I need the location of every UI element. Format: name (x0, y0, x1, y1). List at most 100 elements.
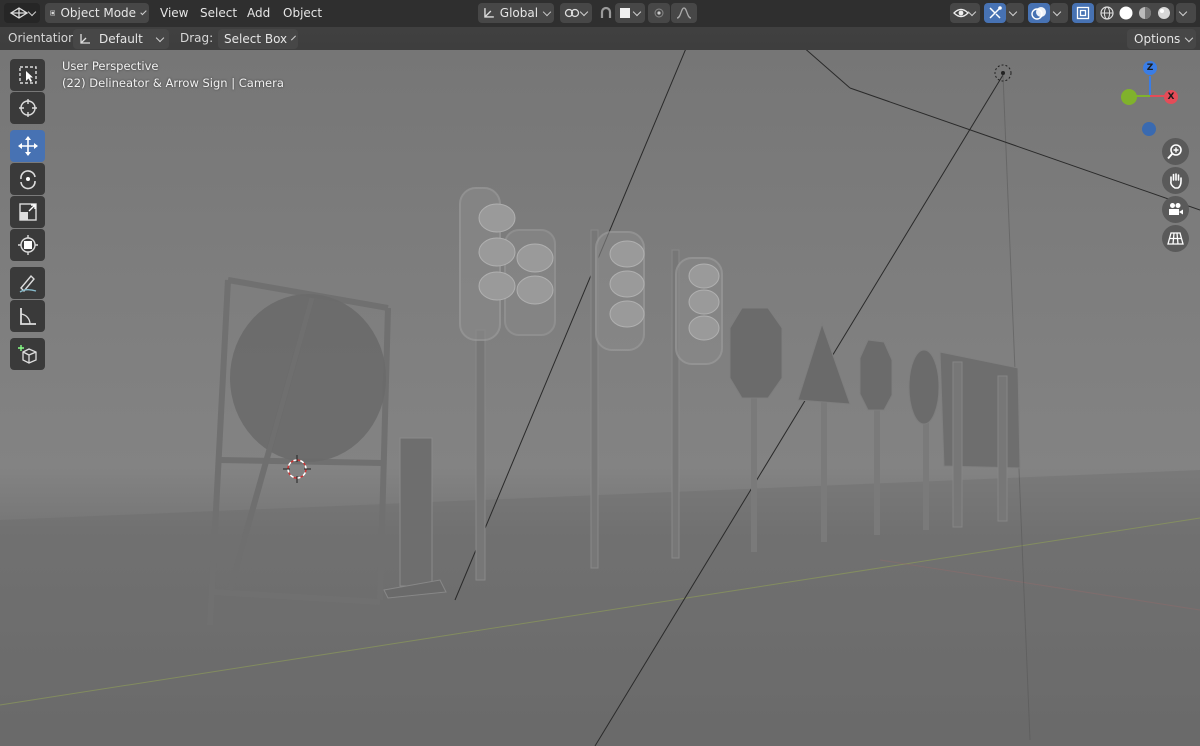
mode-label: Object Mode (60, 6, 137, 20)
select-box-tool[interactable] (10, 59, 45, 91)
visibility-icon (953, 8, 969, 18)
menu-add-label: Add (247, 6, 271, 20)
menu-select[interactable]: Select (200, 3, 237, 23)
orientation-label: Orientation: (8, 31, 80, 45)
editor-type-icon (9, 7, 29, 19)
annotate-tool[interactable] (10, 267, 45, 299)
menu-object[interactable]: Object (283, 3, 322, 23)
solid-shading-icon[interactable] (1118, 5, 1134, 21)
gizmo-icon (989, 6, 1002, 19)
move-tool[interactable] (10, 130, 45, 162)
object-mode-icon (50, 10, 56, 16)
visibility-dropdown[interactable] (950, 3, 980, 23)
chevron-down-icon (1052, 7, 1062, 16)
gizmo-z-axis[interactable]: Z (1143, 61, 1157, 75)
editor-type-button[interactable] (4, 3, 40, 23)
zoom-icon (1167, 144, 1182, 160)
snap-target-dropdown[interactable] (615, 3, 645, 23)
scale-icon (18, 203, 37, 221)
transform-orientation-icon (484, 8, 494, 18)
snap-toggle[interactable] (596, 3, 616, 23)
menu-select-label: Select (200, 6, 238, 20)
mode-dropdown[interactable]: Object Mode (45, 3, 149, 23)
overlay-dropdown[interactable] (1050, 3, 1068, 23)
add-cube-icon (17, 345, 37, 364)
zoom-button[interactable] (1162, 138, 1189, 165)
rotate-tool[interactable] (10, 163, 45, 195)
move-icon (17, 136, 38, 156)
pan-button[interactable] (1162, 167, 1189, 194)
snap-increment-icon (620, 8, 630, 18)
active-object-label: (22) Delineator & Arrow Sign | Camera (62, 76, 284, 90)
drag-dropdown[interactable]: Select Box (218, 29, 298, 49)
navigation-gizmo[interactable]: Z X (1110, 58, 1190, 138)
falloff-dropdown[interactable] (671, 3, 697, 23)
drag-value: Select Box (224, 32, 288, 46)
grid-icon (1167, 232, 1184, 245)
chevron-down-icon (1008, 7, 1018, 16)
orientation-dropdown[interactable]: Default (73, 29, 169, 49)
transform-orientation-label: Global (499, 6, 539, 20)
viewport-header: Object Mode View Select Add Object Globa… (0, 0, 1200, 27)
hand-icon (1170, 173, 1182, 189)
chevron-down-icon (27, 7, 37, 16)
xray-icon (1076, 6, 1090, 20)
chevron-down-icon (1185, 33, 1194, 42)
camera-view-button[interactable] (1162, 196, 1189, 223)
transform-tool[interactable] (10, 229, 45, 261)
tool-settings-row: Orientation: Default Drag: Select Box Op… (0, 27, 1200, 50)
rendered-shading-icon[interactable] (1156, 5, 1172, 21)
wireframe-shading-icon[interactable] (1099, 5, 1115, 21)
menu-object-label: Object (283, 6, 323, 20)
shading-mode-group (1096, 3, 1174, 23)
drag-label: Drag: (180, 31, 214, 45)
gizmo-y-axis[interactable] (1121, 89, 1137, 105)
cursor-tool[interactable] (10, 92, 45, 124)
chevron-down-icon (291, 35, 297, 40)
measure-icon (19, 308, 36, 325)
falloff-curve-icon (676, 7, 692, 19)
xray-toggle[interactable] (1072, 3, 1094, 23)
gizmo-toggle[interactable] (984, 3, 1006, 23)
overlay-toggle[interactable] (1028, 3, 1050, 23)
cursor-icon (18, 99, 37, 117)
transform-orientation-dropdown[interactable]: Global (478, 3, 554, 23)
shading-dropdown[interactable] (1176, 3, 1196, 23)
3d-viewport[interactable]: User Perspective (22) Delineator & Arrow… (0, 50, 1200, 746)
scale-tool[interactable] (10, 196, 45, 228)
scene-render (0, 50, 1200, 746)
chevron-down-icon (542, 7, 552, 16)
snap-link-icon (564, 8, 580, 18)
options-dropdown[interactable]: Options (1127, 29, 1196, 49)
rotate-icon (19, 170, 36, 190)
chevron-down-icon (579, 7, 589, 16)
gizmo-x-axis[interactable]: X (1164, 90, 1178, 104)
view-perspective-label: User Perspective (62, 59, 159, 73)
snap-magnet-icon (600, 6, 612, 18)
chevron-down-icon (140, 8, 147, 15)
ortho-toggle-button[interactable] (1162, 225, 1189, 252)
menu-view[interactable]: View (160, 3, 188, 23)
annotate-icon (19, 274, 36, 293)
overlay-icon (1031, 7, 1046, 20)
chevron-down-icon (155, 33, 165, 42)
add-cube-tool[interactable] (10, 338, 45, 370)
pivot-point-dropdown[interactable] (560, 3, 592, 23)
camera-icon (1169, 203, 1183, 215)
orientation-value: Default (99, 32, 143, 46)
chevron-down-icon (632, 7, 642, 16)
proportional-edit-icon (654, 8, 664, 18)
menu-view-label: View (160, 6, 189, 20)
gizmo-neg-z-axis[interactable] (1142, 122, 1156, 136)
material-shading-icon[interactable] (1137, 5, 1153, 21)
proportional-edit-toggle[interactable] (648, 3, 670, 23)
chevron-down-icon (967, 7, 977, 16)
gizmo-dropdown[interactable] (1006, 3, 1024, 23)
transform-icon (17, 235, 38, 255)
options-label: Options (1134, 32, 1181, 46)
select-box-icon (18, 66, 37, 84)
chevron-down-icon (1178, 7, 1188, 16)
measure-tool[interactable] (10, 300, 45, 332)
menu-add[interactable]: Add (247, 3, 270, 23)
orientation-icon (80, 34, 90, 44)
